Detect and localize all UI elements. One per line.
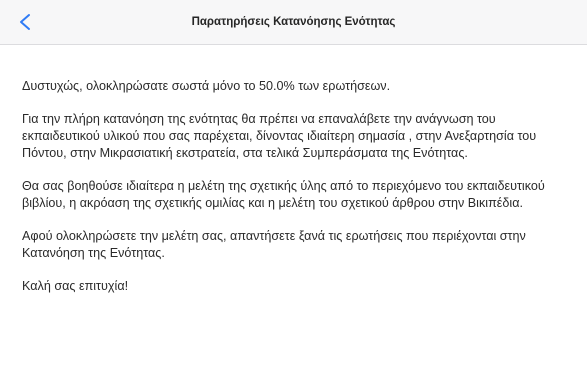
navigation-bar: Παρατηρήσεις Κατανόησης Ενότητας xyxy=(0,0,587,45)
review-recommendation: Για την πλήρη κατανόηση της ενότητας θα … xyxy=(22,112,537,160)
back-button[interactable] xyxy=(18,4,52,40)
page-title: Παρατηρήσεις Κατανόησης Ενότητας xyxy=(191,16,396,28)
score-message: Δυστυχώς, ολοκληρώσατε σωστά μόνο το 50.… xyxy=(22,79,391,93)
good-luck-message: Καλή σας επιτυχία! xyxy=(22,279,129,293)
feedback-screen: Παρατηρήσεις Κατανόησης Ενότητας Δυστυχώ… xyxy=(0,0,587,379)
chevron-left-icon xyxy=(18,13,32,31)
study-suggestion: Θα σας βοηθούσε ιδιαίτερα η μελέτη της σ… xyxy=(22,179,545,210)
retry-instruction: Αφού ολοκληρώσετε την μελέτη σας, απαντή… xyxy=(22,229,526,260)
feedback-content: Δυστυχώς, ολοκληρώσατε σωστά μόνο το 50.… xyxy=(22,78,574,311)
